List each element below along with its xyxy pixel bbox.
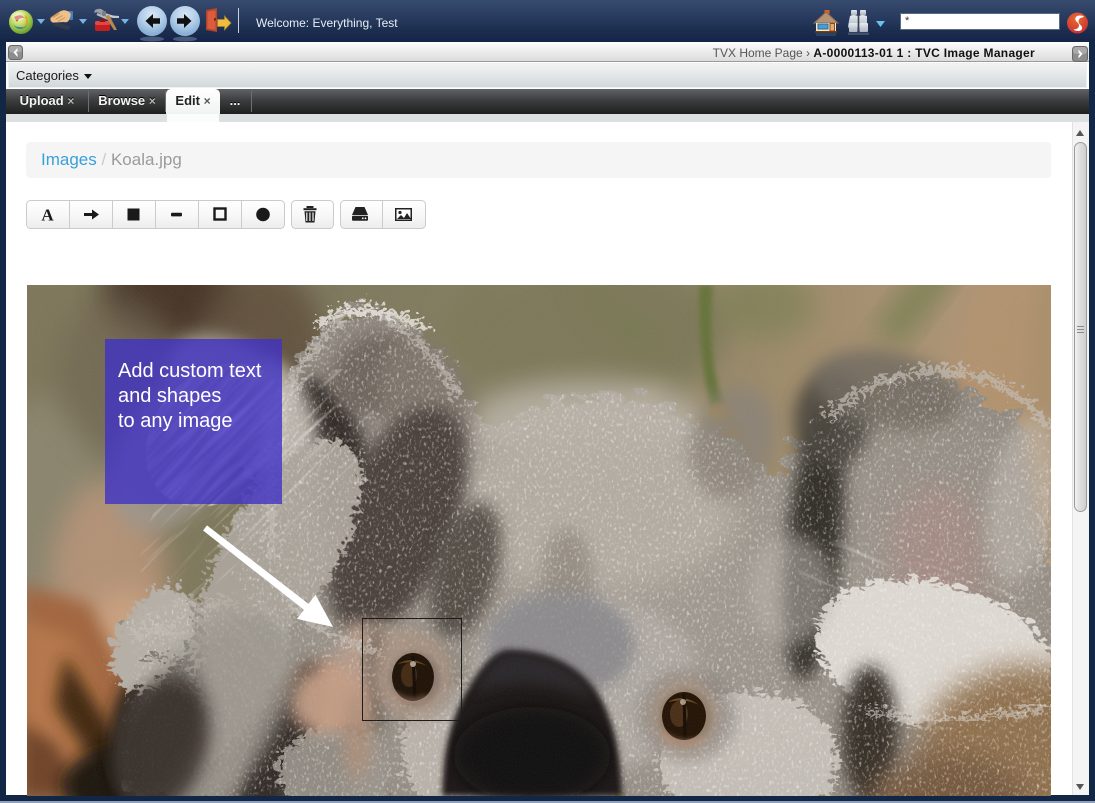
svg-text:A: A [41, 206, 54, 225]
